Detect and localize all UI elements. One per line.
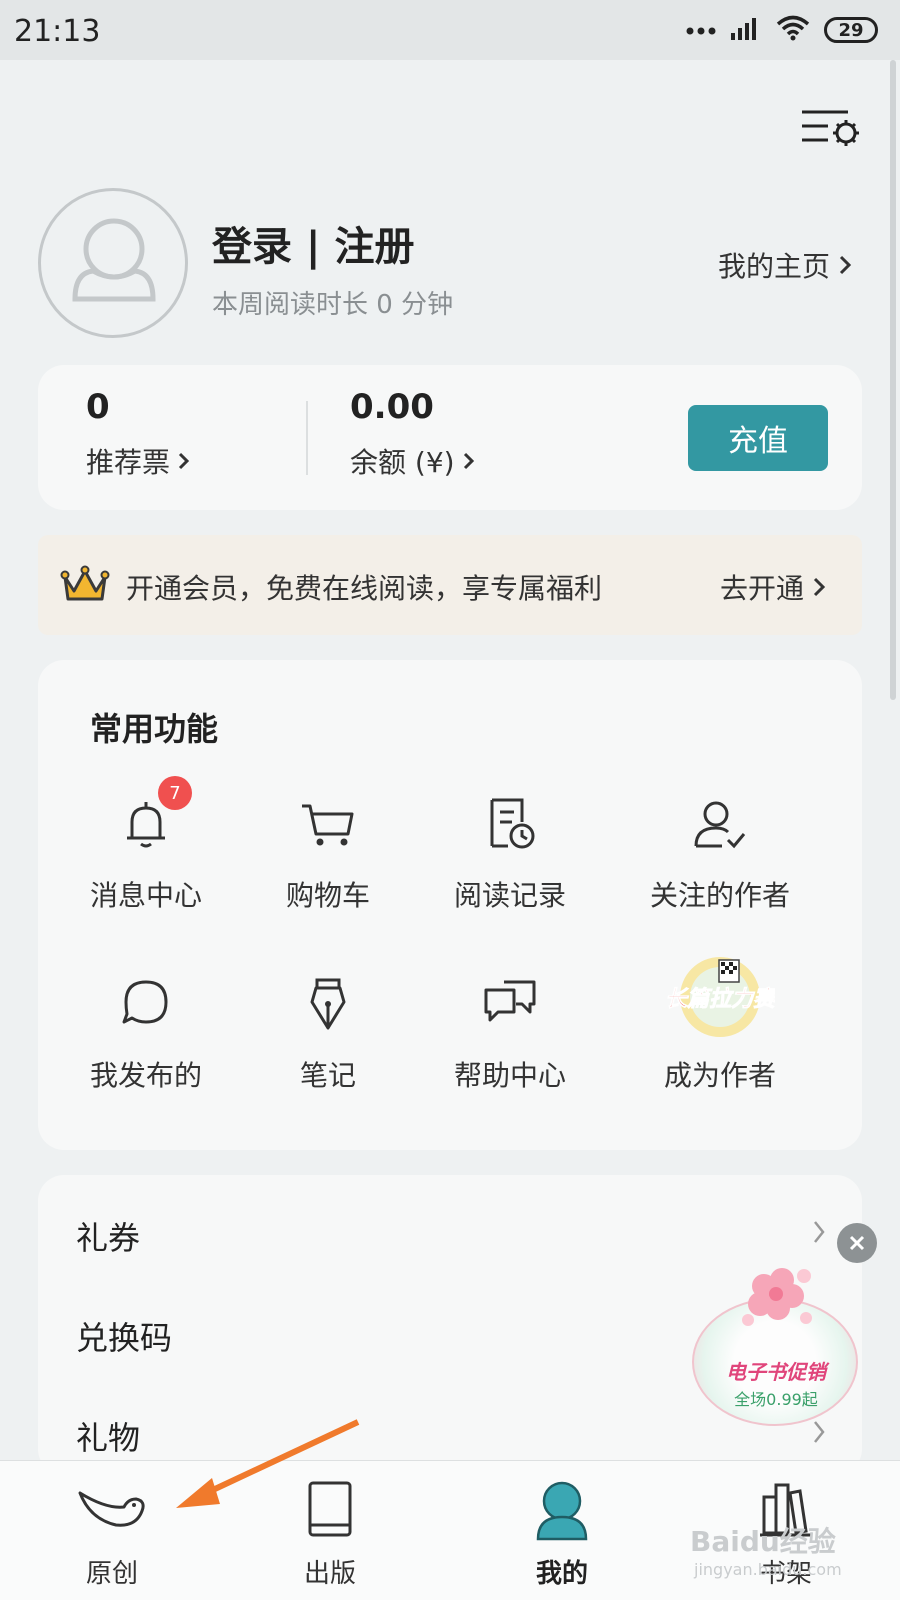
function-label: 成为作者	[663, 1059, 776, 1092]
vip-banner-text: 开通会员，免费在线阅读，享专属福利	[126, 572, 603, 605]
tickets-label: 推荐票	[86, 446, 171, 479]
watermark-url: jingyan.baidu.com	[694, 1560, 842, 1579]
balance-link[interactable]: 余额 (¥)	[350, 441, 475, 481]
balance-label: 余额 (¥)	[350, 446, 455, 479]
chevron-right-icon	[813, 577, 826, 597]
my-homepage-label: 我的主页	[717, 250, 830, 283]
promo-title: 电子书促销	[726, 1360, 826, 1384]
function-label: 笔记	[299, 1059, 356, 1092]
more-dots-icon	[686, 21, 716, 40]
crown-icon	[60, 565, 110, 601]
function-shopping-cart[interactable]: 购物车	[228, 792, 428, 912]
tickets-value: 0	[86, 387, 110, 427]
list-item-label: 礼物	[76, 1419, 141, 1457]
my-homepage-link[interactable]: 我的主页	[718, 245, 852, 285]
function-label: 帮助中心	[453, 1059, 566, 1092]
pen-nib-icon	[310, 978, 346, 1030]
chevron-right-icon	[839, 255, 852, 275]
chevron-right-icon	[463, 452, 474, 470]
chat-bubble-icon	[122, 980, 168, 1024]
function-message-center[interactable]: 7 消息中心	[46, 776, 246, 912]
blossom-icon	[742, 1268, 812, 1326]
message-badge: 7	[158, 776, 192, 810]
vip-activate-label: 去开通	[719, 572, 804, 605]
function-label: 购物车	[285, 879, 370, 912]
followed-author-icon	[694, 801, 746, 849]
tab-label: 出版	[303, 1559, 356, 1589]
section-title: 常用功能	[90, 710, 219, 748]
watermark-brand: Baidu经验	[690, 1525, 836, 1558]
common-functions-card: 常用功能 7 消息中心 购物车 阅读记录 关注的作者 我发布的 笔记 帮助中心 …	[38, 660, 862, 1150]
function-label: 消息中心	[89, 879, 202, 912]
tab-original[interactable]: 原创	[32, 1461, 192, 1600]
cart-icon	[302, 804, 354, 846]
list-item-label: 礼券	[76, 1219, 141, 1257]
avatar[interactable]	[38, 188, 188, 338]
function-label: 我发布的	[89, 1059, 202, 1092]
function-label: 阅读记录	[453, 879, 566, 912]
status-bar: 21:13 29	[0, 0, 900, 60]
chevron-right-icon	[178, 452, 190, 470]
reading-history-icon	[490, 798, 535, 849]
function-reading-history[interactable]: 阅读记录	[410, 792, 610, 912]
vip-activate-link[interactable]: 去开通	[720, 567, 826, 607]
balance-value: 0.00	[350, 387, 434, 427]
settings-button[interactable]	[798, 104, 864, 154]
close-icon	[849, 1235, 865, 1251]
function-become-author[interactable]: 长篇拉力赛 成为作者	[620, 957, 820, 1092]
user-icon	[536, 1481, 588, 1541]
annotation-arrow-icon	[176, 1419, 360, 1508]
ebook-promo-float[interactable]: 电子书促销 全场0.99起	[692, 1262, 860, 1432]
function-notes[interactable]: 笔记	[228, 972, 428, 1092]
tab-label: 原创	[85, 1559, 138, 1589]
promo-subtitle: 全场0.99起	[734, 1390, 818, 1409]
wifi-icon	[776, 15, 810, 45]
function-help-center[interactable]: 帮助中心	[410, 972, 610, 1092]
vip-banner[interactable]: 开通会员，免费在线阅读，享专属福利 去开通	[38, 535, 862, 635]
help-chat-icon	[484, 980, 536, 1022]
writing-contest-icon: 长篇拉力赛	[665, 957, 775, 1037]
bird-icon	[78, 1491, 145, 1527]
contest-icon-text: 长篇拉力赛	[665, 986, 775, 1012]
function-followed-authors[interactable]: 关注的作者	[620, 792, 820, 912]
wallet-card: 0 推荐票 0.00 余额 (¥) 充值	[38, 365, 862, 510]
status-icons: 29	[686, 14, 878, 46]
function-label: 关注的作者	[649, 879, 790, 912]
recommend-tickets-link[interactable]: 推荐票	[86, 441, 190, 481]
recharge-button[interactable]: 充值	[688, 405, 828, 471]
scrollbar[interactable]	[890, 60, 896, 700]
default-user-icon	[72, 218, 156, 302]
weekly-reading-time: 本周阅读时长 0 分钟	[212, 290, 454, 320]
wallet-divider	[306, 401, 308, 475]
signal-icon	[730, 15, 762, 45]
battery-icon: 29	[824, 17, 878, 43]
promo-close-button[interactable]	[837, 1223, 877, 1263]
tab-mine[interactable]: 我的	[482, 1461, 642, 1600]
menu-settings-icon	[802, 110, 859, 146]
login-register-link[interactable]: 登录 | 注册	[212, 214, 414, 272]
status-time: 21:13	[14, 14, 101, 49]
chevron-right-icon	[814, 1221, 825, 1243]
function-my-posts[interactable]: 我发布的	[46, 972, 246, 1092]
tab-label: 我的	[535, 1559, 588, 1589]
list-item-label: 兑换码	[76, 1319, 173, 1357]
